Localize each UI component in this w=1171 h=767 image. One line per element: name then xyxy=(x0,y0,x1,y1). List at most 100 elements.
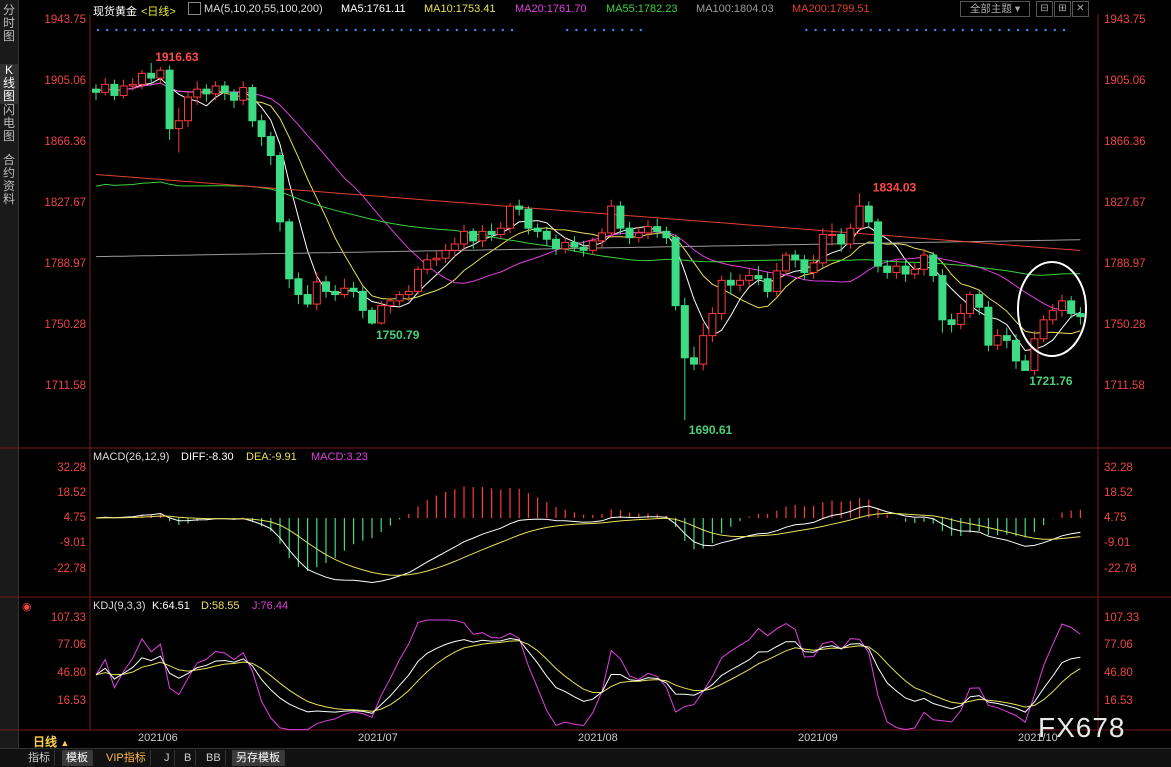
candle-body xyxy=(920,254,928,270)
marker-dot xyxy=(888,28,891,32)
marker-dot xyxy=(124,28,127,32)
candle-body xyxy=(1067,300,1076,315)
marker-dot xyxy=(897,28,900,32)
marker-dot xyxy=(593,28,596,32)
tab-bb[interactable]: BB xyxy=(202,750,226,766)
marker-dot xyxy=(336,28,339,32)
candle-body xyxy=(644,226,652,234)
marker-dot xyxy=(906,28,909,32)
candle-body xyxy=(542,230,551,240)
candle-body xyxy=(699,335,708,365)
marker-dot xyxy=(418,28,422,32)
candle-body xyxy=(276,155,284,223)
date-label: 2021/08 xyxy=(578,732,618,744)
candle-body xyxy=(966,294,974,315)
marker-dot xyxy=(915,28,918,32)
candle-body xyxy=(910,268,919,275)
candle-body xyxy=(506,205,514,229)
candle-body xyxy=(110,83,119,96)
tab-template[interactable]: 模板 xyxy=(62,750,93,766)
marker-dot xyxy=(198,28,201,32)
marker-dot xyxy=(244,28,247,32)
marker-dot xyxy=(179,28,182,32)
candle-body xyxy=(874,221,882,267)
marker-dot xyxy=(980,28,983,32)
marker-dot xyxy=(842,28,845,32)
marker-dot xyxy=(998,28,1001,32)
highlight-circle xyxy=(1017,261,1087,357)
marker-dot xyxy=(878,28,882,32)
candle-body xyxy=(239,87,248,101)
candle-body xyxy=(653,226,662,232)
marker-dot xyxy=(1035,28,1038,32)
marker-dot xyxy=(280,28,284,32)
tab-vip-indicator[interactable]: VIP指标 xyxy=(102,750,151,766)
marker-dot xyxy=(354,28,357,32)
candle-body xyxy=(552,238,560,250)
tab-j[interactable]: J xyxy=(160,750,175,766)
marker-dot xyxy=(161,28,164,32)
candle-body xyxy=(616,205,625,229)
date-label: 2021/09 xyxy=(798,732,838,744)
candle-body xyxy=(331,290,340,296)
date-label: 2021/06 xyxy=(138,732,178,744)
candle-body xyxy=(294,278,303,296)
period-bottom-text: 日线 xyxy=(33,735,58,749)
candle-body xyxy=(147,72,156,79)
candle-body xyxy=(634,232,643,239)
candle-body xyxy=(864,205,873,223)
marker-dot xyxy=(271,28,274,32)
candle-body xyxy=(174,120,183,130)
marker-dot xyxy=(372,28,376,32)
tab-indicator[interactable]: 指标 xyxy=(24,750,55,766)
candle-body xyxy=(524,208,533,229)
candle-body xyxy=(800,259,809,273)
marker-dot xyxy=(391,28,394,32)
marker-dot xyxy=(363,28,366,32)
marker-dot xyxy=(225,28,228,32)
candle-body xyxy=(423,259,432,270)
candle-body xyxy=(754,275,763,280)
candle-body xyxy=(975,294,984,308)
candle-body xyxy=(202,88,211,95)
marker-dot xyxy=(262,28,265,32)
candle-body xyxy=(312,281,321,305)
candle-body xyxy=(432,257,441,261)
marker-dot xyxy=(943,28,946,32)
candle-body xyxy=(266,136,275,157)
candle-body xyxy=(533,227,542,232)
candle-body xyxy=(1012,339,1020,362)
marker-dot xyxy=(253,28,256,32)
triangle-up-icon: ▲ xyxy=(60,738,70,748)
tab-b[interactable]: B xyxy=(180,750,197,766)
marker-dot xyxy=(501,28,504,32)
candle-body xyxy=(478,230,487,242)
candle-body xyxy=(496,227,505,236)
marker-dot xyxy=(924,28,928,32)
candle-body xyxy=(837,234,846,245)
marker-dot xyxy=(216,28,219,32)
candle-body xyxy=(671,237,680,307)
marker-dot xyxy=(851,28,854,32)
marker-dot xyxy=(446,28,449,32)
candle-body xyxy=(579,246,588,251)
marker-dot xyxy=(1026,28,1029,32)
candle-body xyxy=(414,268,422,292)
tab-save-template[interactable]: 另存模板 xyxy=(232,750,285,766)
low-annotation: 1750.79 xyxy=(376,328,420,342)
candle-body xyxy=(588,240,597,251)
candle-body xyxy=(460,230,468,245)
candle-body xyxy=(726,279,735,286)
marker-dot xyxy=(602,28,606,32)
candle-body xyxy=(901,265,910,275)
candlestick-chart[interactable]: 1916.63 1750.79 1690.61 1834.03 1721.76 xyxy=(0,0,1171,766)
candle-body xyxy=(745,275,754,281)
marker-dot xyxy=(409,28,412,32)
candle-body xyxy=(303,294,312,305)
candle-body xyxy=(184,96,192,122)
candle-body xyxy=(662,230,671,239)
candle-body xyxy=(892,265,901,273)
candle-body xyxy=(984,306,993,346)
candle-body xyxy=(248,87,257,122)
candle-body xyxy=(395,294,404,302)
